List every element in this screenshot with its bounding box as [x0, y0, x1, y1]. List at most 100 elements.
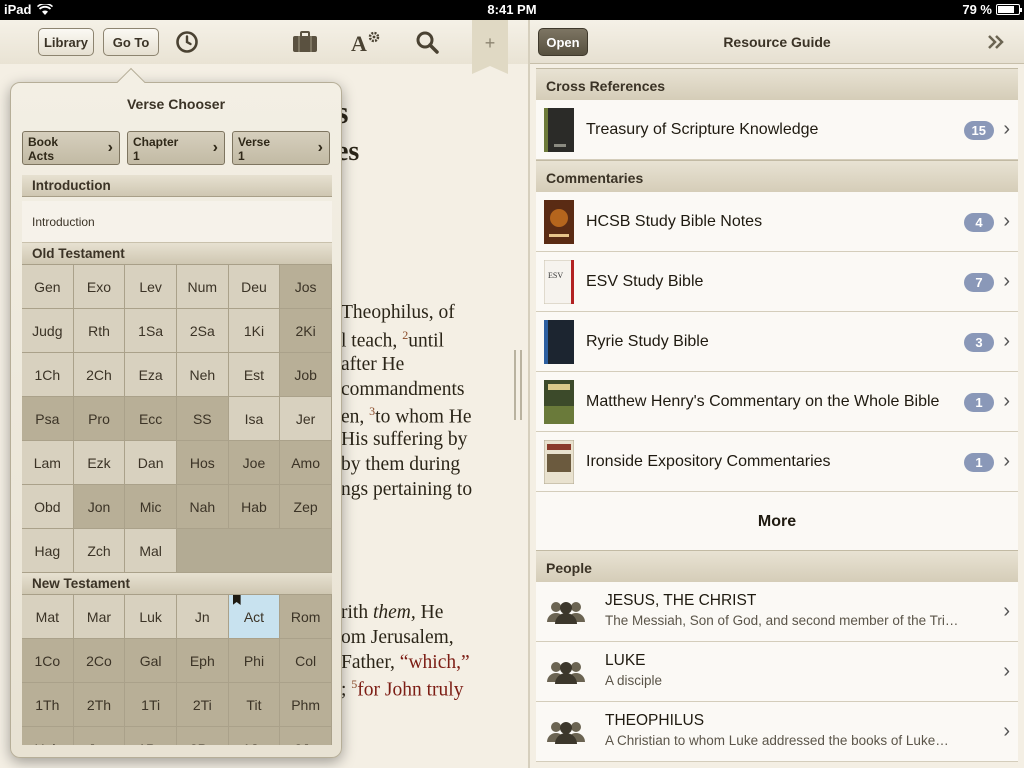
text-fragment: en, [341, 406, 370, 428]
book-cell[interactable]: Mar [73, 595, 126, 639]
book-cell[interactable]: Obd [22, 485, 74, 529]
book-cell[interactable]: Heb [22, 727, 74, 745]
goto-button[interactable]: Go To [103, 28, 159, 56]
verse-chooser-popover: Verse Chooser Book Acts › Chapter 1 › Ve… [10, 67, 342, 758]
history-clock-icon[interactable] [172, 28, 202, 56]
book-cell[interactable]: Col [280, 639, 332, 683]
book-cell[interactable]: Zep [280, 485, 332, 529]
book-cell[interactable]: Dan [125, 441, 177, 485]
book-cell[interactable]: Isa [228, 397, 281, 441]
text-line: om Jerusalem, [341, 627, 454, 648]
book-cell[interactable]: Amo [280, 441, 332, 485]
book-cell[interactable]: 2Th [73, 683, 126, 727]
book-cell[interactable]: Ecc [125, 397, 177, 441]
book-cover-icon [544, 320, 574, 364]
resource-row[interactable]: Ironside Expository Commentaries 1 › [536, 432, 1018, 492]
library-button[interactable]: Library [38, 28, 94, 56]
person-name: LUKE [605, 652, 646, 669]
book-cell[interactable]: Deu [228, 265, 281, 309]
book-list[interactable]: Introduction Introduction Old Testament … [22, 175, 332, 745]
book-cell[interactable]: Eza [125, 353, 177, 397]
book-cell[interactable]: Hag [22, 529, 74, 573]
resource-row[interactable]: Treasury of Scripture Knowledge 15 › [536, 100, 1018, 160]
book-cell[interactable]: SS [176, 397, 229, 441]
briefcase-icon[interactable] [290, 28, 320, 56]
book-cell[interactable]: 2Ki [280, 309, 332, 353]
book-cell[interactable]: Exo [73, 265, 126, 309]
resource-row[interactable]: ESV ESV Study Bible 7 › [536, 252, 1018, 312]
book-cell[interactable]: Jn [176, 595, 229, 639]
book-cell[interactable]: Lev [125, 265, 177, 309]
book-cell[interactable]: Rth [73, 309, 126, 353]
introduction-item[interactable]: Introduction [22, 201, 332, 243]
pane-divider [528, 20, 530, 768]
book-cell[interactable]: 1Ki [228, 309, 281, 353]
bookmark-ribbon-icon [232, 595, 241, 605]
book-cell[interactable]: Joe [228, 441, 281, 485]
text-settings-icon[interactable]: A [351, 28, 381, 56]
book-cell[interactable]: Act [228, 595, 281, 639]
book-cell[interactable]: Zch [73, 529, 126, 573]
book-cell[interactable]: Est [228, 353, 281, 397]
chevron-right-icon: › [1003, 270, 1010, 292]
book-cell[interactable]: Jos [280, 265, 332, 309]
book-cell[interactable]: 1Ti [125, 683, 177, 727]
book-cell[interactable]: Gal [125, 639, 177, 683]
book-cell[interactable]: Mic [125, 485, 177, 529]
person-row[interactable]: THEOPHILUS A Christian to whom Luke addr… [536, 702, 1018, 762]
book-cell[interactable]: 1Th [22, 683, 74, 727]
book-cell[interactable]: Tit [228, 683, 281, 727]
book-cell[interactable]: Psa [22, 397, 74, 441]
book-selector[interactable]: Book Acts › [22, 131, 120, 165]
book-cell[interactable]: Mal [125, 529, 177, 573]
pane-resize-handle[interactable] [514, 350, 522, 420]
add-bookmark-tab[interactable]: + [472, 20, 508, 74]
more-button[interactable]: More [536, 492, 1018, 552]
book-cell[interactable]: 2Ch [73, 353, 126, 397]
book-cell[interactable]: Rom [280, 595, 332, 639]
book-cell[interactable]: Phm [280, 683, 332, 727]
people-icon [547, 602, 585, 624]
chapter-selector[interactable]: Chapter 1 › [127, 131, 225, 165]
book-cell[interactable]: 2Sa [176, 309, 229, 353]
book-cell[interactable]: 2Jn [280, 727, 332, 745]
resource-row[interactable]: Matthew Henry's Commentary on the Whole … [536, 372, 1018, 432]
battery-icon [996, 4, 1022, 15]
book-cell[interactable]: Hab [228, 485, 281, 529]
book-cell[interactable]: 1Pe [125, 727, 177, 745]
book-cell[interactable]: 1Jn [228, 727, 281, 745]
book-cell[interactable]: Hos [176, 441, 229, 485]
book-cell[interactable]: 2Ti [176, 683, 229, 727]
book-cell[interactable]: Pro [73, 397, 126, 441]
count-badge: 3 [964, 333, 994, 352]
book-cell[interactable]: Jer [280, 397, 332, 441]
person-row[interactable]: JESUS, THE CHRIST The Messiah, Son of Go… [536, 582, 1018, 642]
book-cell[interactable]: Num [176, 265, 229, 309]
search-icon[interactable] [412, 28, 442, 56]
book-cell[interactable]: Eph [176, 639, 229, 683]
open-button[interactable]: Open [538, 28, 588, 56]
double-chevron-icon[interactable] [986, 32, 1006, 52]
book-cell[interactable]: Nah [176, 485, 229, 529]
book-cell[interactable]: Neh [176, 353, 229, 397]
book-cell[interactable]: Gen [22, 265, 74, 309]
book-cell[interactable]: Job [280, 353, 332, 397]
book-cell[interactable]: Judg [22, 309, 74, 353]
book-cell[interactable]: Phi [228, 639, 281, 683]
book-cell[interactable]: 1Ch [22, 353, 74, 397]
book-cell[interactable]: 1Co [22, 639, 74, 683]
book-cell[interactable]: 2Co [73, 639, 126, 683]
book-cell[interactable]: Ezk [73, 441, 126, 485]
book-cell[interactable]: Jon [73, 485, 126, 529]
book-cell[interactable]: Lam [22, 441, 74, 485]
book-cell[interactable]: Luk [125, 595, 177, 639]
book-cell[interactable]: Jas [73, 727, 126, 745]
book-cell[interactable]: 2Pe [176, 727, 229, 745]
person-row[interactable]: LUKE A disciple › [536, 642, 1018, 702]
book-cell[interactable]: 1Sa [125, 309, 177, 353]
battery-percent: 79 % [962, 2, 992, 17]
book-cell[interactable]: Mat [22, 595, 74, 639]
verse-selector[interactable]: Verse 1 › [232, 131, 330, 165]
resource-row[interactable]: HCSB Study Bible Notes 4 › [536, 192, 1018, 252]
resource-row[interactable]: Ryrie Study Bible 3 › [536, 312, 1018, 372]
